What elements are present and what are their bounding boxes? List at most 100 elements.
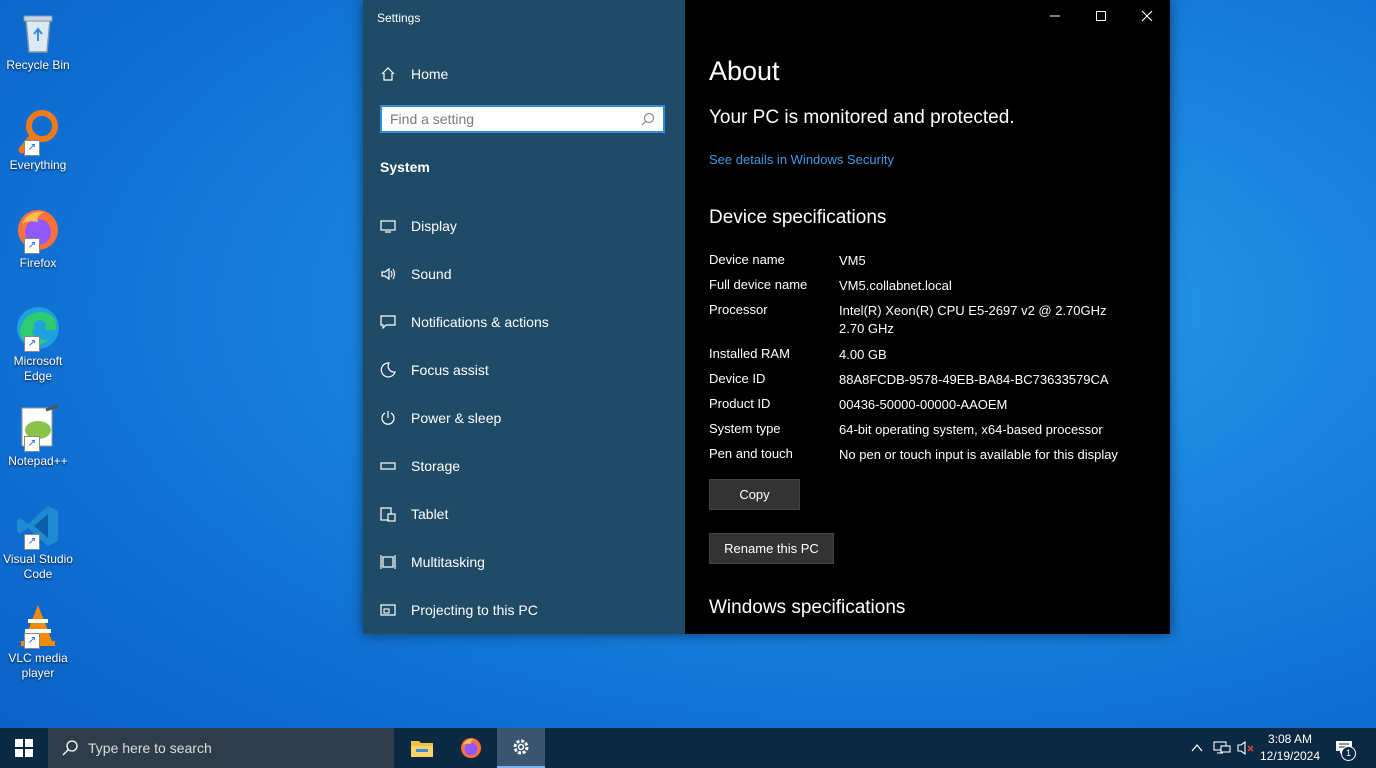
spec-value: Intel(R) Xeon(R) CPU E5-2697 v2 @ 2.70GH…	[839, 302, 1159, 338]
taskbar-settings[interactable]	[497, 728, 545, 768]
spec-key: Processor	[709, 302, 768, 317]
spec-key: System type	[709, 421, 781, 436]
shortcut-arrow-icon: ↗	[24, 633, 40, 649]
sound-icon	[379, 265, 397, 283]
projecting-icon	[379, 601, 397, 619]
spec-value: 64-bit operating system, x64-based proce…	[839, 422, 1103, 437]
vlc-icon: ↗	[14, 601, 62, 649]
settings-window: Settings Home System Display Sound Notif…	[363, 0, 1170, 634]
shortcut-arrow-icon: ↗	[24, 436, 40, 452]
taskbar: Type here to search 3:08 AM 12/19/2024 1	[0, 728, 1376, 768]
nav-item-label: Tablet	[411, 506, 449, 522]
desktop-icon-label: Recycle Bin	[6, 58, 70, 72]
window-title: Settings	[377, 11, 421, 25]
nav-item-sound[interactable]: Sound	[379, 265, 451, 283]
minimize-button[interactable]	[1032, 0, 1078, 32]
moon-icon	[379, 361, 397, 379]
notification-count-badge: 1	[1341, 746, 1356, 761]
gear-icon	[513, 739, 529, 755]
spec-value: 00436-50000-00000-AAOEM	[839, 397, 1008, 412]
spec-value: 88A8FCDB-9578-49EB-BA84-BC73633579CA	[839, 372, 1109, 387]
nav-item-tablet[interactable]: Tablet	[379, 505, 448, 523]
search-icon	[641, 112, 655, 126]
processor-speed: 2.70 GHz	[839, 321, 894, 336]
taskbar-clock[interactable]: 3:08 AM 12/19/2024	[1254, 731, 1326, 765]
taskbar-file-explorer[interactable]	[398, 728, 446, 768]
multitasking-icon	[379, 553, 397, 571]
find-setting-input[interactable]	[382, 110, 641, 128]
device-specs-heading: Device specifications	[709, 207, 887, 228]
nav-item-projecting[interactable]: Projecting to this PC	[379, 601, 538, 619]
spec-key: Device name	[709, 252, 785, 267]
display-icon	[379, 217, 397, 235]
spec-key: Product ID	[709, 396, 771, 411]
nav-home-label: Home	[411, 66, 449, 82]
windows-logo-icon	[15, 739, 33, 757]
desktop-icon-vlc[interactable]: ↗ VLC media player	[2, 601, 74, 681]
desktop-icon-notepadpp[interactable]: ↗ Notepad++	[2, 404, 74, 469]
nav-item-label: Focus assist	[411, 362, 489, 378]
notifications-icon	[379, 313, 397, 331]
nav-item-focus-assist[interactable]: Focus assist	[379, 361, 489, 379]
spec-key: Installed RAM	[709, 346, 790, 361]
close-button[interactable]	[1124, 0, 1170, 32]
clock-date: 12/19/2024	[1259, 749, 1321, 763]
folder-icon	[411, 741, 433, 757]
windows-specs-heading: Windows specifications	[709, 597, 906, 618]
tablet-icon	[379, 505, 397, 523]
notepadpp-icon: ↗	[14, 404, 62, 452]
recycle-bin-icon	[14, 8, 62, 56]
nav-home[interactable]: Home	[379, 65, 448, 83]
find-setting-search[interactable]	[380, 105, 665, 133]
minimize-icon	[1050, 15, 1060, 17]
taskbar-firefox[interactable]	[447, 728, 495, 768]
nav-item-multitasking[interactable]: Multitasking	[379, 553, 485, 571]
rename-pc-button[interactable]: Rename this PC	[709, 533, 834, 564]
taskbar-search-box[interactable]: Type here to search	[48, 728, 394, 768]
desktop-icon-firefox[interactable]: ↗ Firefox	[2, 206, 74, 271]
spec-value: No pen or touch input is available for t…	[839, 447, 1118, 462]
settings-nav-pane: Settings Home System Display Sound Notif…	[363, 0, 685, 634]
desktop-icon-label: Visual Studio Code	[3, 552, 73, 581]
taskbar-search-placeholder: Type here to search	[88, 740, 212, 756]
network-button[interactable]	[1210, 728, 1234, 768]
nav-item-storage[interactable]: Storage	[379, 457, 460, 475]
nav-item-power-sleep[interactable]: Power & sleep	[379, 409, 501, 427]
windows-security-link[interactable]: See details in Windows Security	[709, 152, 894, 167]
shortcut-arrow-icon: ↗	[24, 534, 40, 550]
nav-item-display[interactable]: Display	[379, 217, 457, 235]
desktop-icon-everything[interactable]: ↗ Everything	[2, 108, 74, 173]
desktop-icon-label: Everything	[9, 158, 67, 172]
network-icon	[1213, 741, 1231, 754]
maximize-button[interactable]	[1078, 0, 1124, 32]
desktop-icon-label: Firefox	[19, 256, 57, 270]
firefox-icon	[461, 738, 481, 758]
action-center-button[interactable]: 1	[1332, 728, 1358, 768]
nav-item-label: Storage	[411, 458, 461, 474]
start-button[interactable]	[0, 728, 48, 768]
show-hidden-icons-button[interactable]	[1186, 728, 1208, 768]
copy-button[interactable]: Copy	[709, 479, 800, 510]
close-icon	[1141, 10, 1153, 22]
protection-status: Your PC is monitored and protected.	[709, 107, 1015, 128]
spec-key: Device ID	[709, 371, 766, 386]
everything-icon: ↗	[14, 108, 62, 156]
spec-key: Pen and touch	[709, 446, 793, 461]
shortcut-arrow-icon: ↗	[24, 140, 40, 156]
nav-item-label: Power & sleep	[411, 410, 502, 426]
clock-time: 3:08 AM	[1267, 732, 1313, 746]
desktop-icon-edge[interactable]: ↗ Microsoft Edge	[2, 304, 74, 384]
shortcut-arrow-icon: ↗	[24, 238, 40, 254]
storage-icon	[379, 457, 397, 475]
nav-item-notifications[interactable]: Notifications & actions	[379, 313, 549, 331]
nav-item-label: Multitasking	[411, 554, 485, 570]
desktop-icon-recycle-bin[interactable]: Recycle Bin	[2, 8, 74, 73]
desktop-icon-label: Microsoft Edge	[13, 354, 63, 383]
shortcut-arrow-icon: ↗	[24, 336, 40, 352]
desktop-icon-vscode[interactable]: ↗ Visual Studio Code	[2, 502, 74, 582]
spec-value: VM5	[839, 253, 866, 268]
nav-item-label: Projecting to this PC	[411, 602, 538, 618]
spec-value: 4.00 GB	[839, 347, 887, 362]
vscode-icon: ↗	[14, 502, 62, 550]
page-title: About	[709, 56, 780, 86]
